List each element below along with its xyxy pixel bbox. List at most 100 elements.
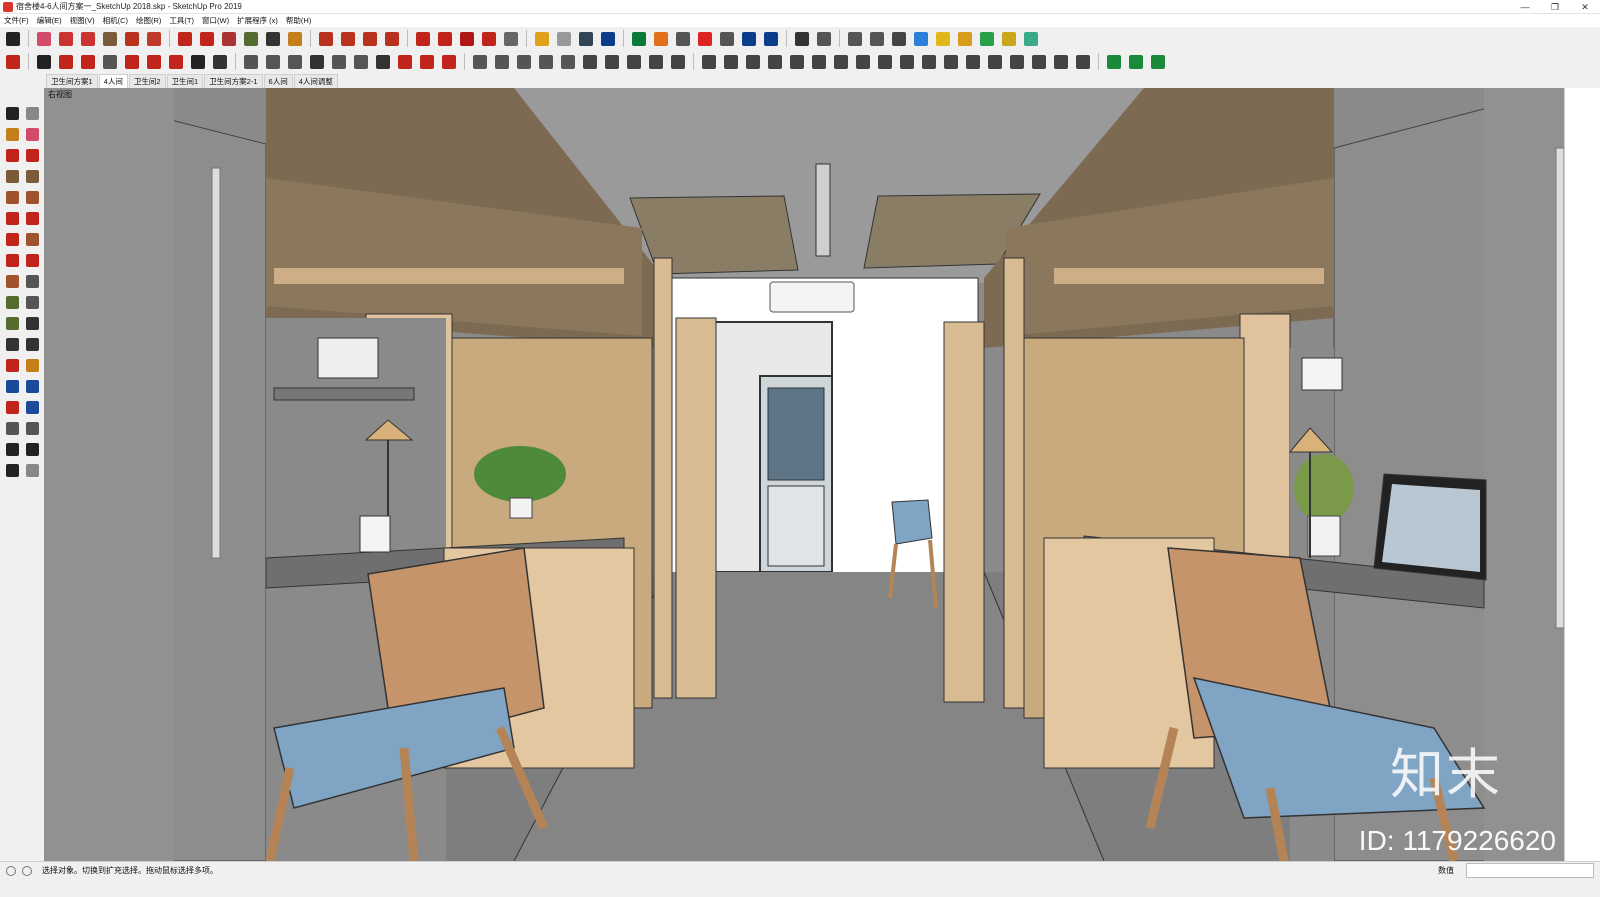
copy-button[interactable] bbox=[33, 51, 54, 72]
materials-button[interactable] bbox=[650, 28, 671, 49]
scene-button[interactable] bbox=[813, 28, 834, 49]
fence-button[interactable] bbox=[1050, 51, 1071, 72]
cone-button[interactable] bbox=[513, 51, 534, 72]
minimize-button[interactable]: — bbox=[1510, 0, 1540, 14]
bend-button[interactable] bbox=[830, 51, 851, 72]
arrow-down-button[interactable] bbox=[742, 51, 763, 72]
menu-item-7[interactable]: 扩展程序 (x) bbox=[237, 15, 278, 26]
fold-button[interactable] bbox=[808, 51, 829, 72]
mesh-button[interactable] bbox=[896, 51, 917, 72]
person-button[interactable] bbox=[791, 28, 812, 49]
green-layer-button[interactable] bbox=[1147, 51, 1168, 72]
scale-button[interactable] bbox=[218, 28, 239, 49]
bowl-button[interactable] bbox=[535, 51, 556, 72]
box2-button[interactable] bbox=[143, 51, 164, 72]
sphere-button[interactable] bbox=[240, 51, 261, 72]
dimension-button[interactable] bbox=[954, 28, 975, 49]
protractor-tool[interactable] bbox=[2, 335, 22, 355]
green-box-button[interactable] bbox=[1103, 51, 1124, 72]
tape-measure-tool[interactable] bbox=[2, 314, 22, 334]
joint-button[interactable] bbox=[99, 51, 120, 72]
look-around-tool[interactable] bbox=[22, 440, 42, 460]
offset-tool[interactable] bbox=[22, 293, 42, 313]
3d-text-tool[interactable] bbox=[22, 356, 42, 376]
info-button[interactable] bbox=[760, 28, 781, 49]
rectangle-button[interactable] bbox=[99, 28, 120, 49]
leaf-button[interactable] bbox=[667, 51, 688, 72]
zigzag-button[interactable] bbox=[579, 51, 600, 72]
stripes-button[interactable] bbox=[962, 51, 983, 72]
dimension-tool[interactable] bbox=[22, 314, 42, 334]
polygon-tool[interactable] bbox=[22, 188, 42, 208]
pan-button[interactable] bbox=[337, 28, 358, 49]
zoom-button[interactable] bbox=[359, 28, 380, 49]
zoom-selection-tool[interactable] bbox=[22, 419, 42, 439]
scene-tab[interactable]: 4人间 bbox=[98, 74, 128, 88]
refresh-button[interactable] bbox=[553, 28, 574, 49]
components-button[interactable] bbox=[456, 28, 477, 49]
close-button[interactable]: ✕ bbox=[1570, 0, 1600, 14]
component-tool[interactable] bbox=[22, 104, 42, 124]
house2-button[interactable] bbox=[491, 51, 512, 72]
grid-button[interactable] bbox=[623, 51, 644, 72]
menu-item-8[interactable]: 帮助(H) bbox=[286, 15, 311, 26]
restore-button[interactable]: ❐ bbox=[1540, 0, 1570, 14]
paint-bucket-button[interactable] bbox=[284, 28, 305, 49]
extension-button[interactable] bbox=[434, 28, 455, 49]
select-tool-button[interactable] bbox=[932, 28, 953, 49]
ribbon-button[interactable] bbox=[918, 51, 939, 72]
zoom-tool[interactable] bbox=[2, 398, 22, 418]
paint-bucket-tool[interactable] bbox=[2, 125, 22, 145]
scene-tab[interactable]: 6人间 bbox=[263, 74, 293, 88]
menu-item-6[interactable]: 窗口(W) bbox=[202, 15, 229, 26]
house-button[interactable] bbox=[628, 28, 649, 49]
cloud-button[interactable] bbox=[694, 28, 715, 49]
scale-tool[interactable] bbox=[2, 293, 22, 313]
menu-item-4[interactable]: 绘图(R) bbox=[136, 15, 161, 26]
hook-button[interactable] bbox=[262, 51, 283, 72]
orbit-tool[interactable] bbox=[2, 377, 22, 397]
move-red-button[interactable] bbox=[2, 51, 23, 72]
orbit-button[interactable] bbox=[315, 28, 336, 49]
twist-button[interactable] bbox=[786, 51, 807, 72]
select-tool[interactable] bbox=[2, 104, 22, 124]
mail-button[interactable] bbox=[738, 28, 759, 49]
freehand-tool[interactable] bbox=[22, 146, 42, 166]
box4-button[interactable] bbox=[557, 51, 578, 72]
follow-me-tool[interactable] bbox=[22, 272, 42, 292]
zoom-window-tool[interactable] bbox=[22, 398, 42, 418]
pie-tool[interactable] bbox=[22, 230, 42, 250]
zoom-extents-button[interactable] bbox=[381, 28, 402, 49]
rotate-tool[interactable] bbox=[2, 272, 22, 292]
scene-tab[interactable]: 4人间调整 bbox=[293, 74, 338, 88]
corner2-button[interactable] bbox=[416, 51, 437, 72]
move-button[interactable] bbox=[174, 28, 195, 49]
rectangle-tool[interactable] bbox=[2, 167, 22, 187]
link-button[interactable] bbox=[888, 28, 909, 49]
box-button[interactable] bbox=[121, 51, 142, 72]
plate-button[interactable] bbox=[1072, 51, 1093, 72]
weave-button[interactable] bbox=[1006, 51, 1027, 72]
block-button[interactable] bbox=[874, 51, 895, 72]
credits-icon[interactable] bbox=[22, 865, 32, 876]
frame-button[interactable] bbox=[720, 51, 741, 72]
cut-button[interactable] bbox=[187, 51, 208, 72]
chain-button[interactable] bbox=[328, 51, 349, 72]
eraser-tool[interactable] bbox=[22, 125, 42, 145]
scene-tab[interactable]: 卫生间1 bbox=[166, 74, 204, 88]
loft-button[interactable] bbox=[698, 51, 719, 72]
stair-button[interactable] bbox=[852, 51, 873, 72]
line-tool[interactable] bbox=[2, 146, 22, 166]
rotate-3d-button[interactable] bbox=[910, 28, 931, 49]
push-pull-button[interactable] bbox=[121, 28, 142, 49]
measurements-input[interactable] bbox=[1466, 863, 1594, 878]
axes-button[interactable] bbox=[976, 28, 997, 49]
text-tool[interactable] bbox=[22, 335, 42, 355]
polygon-button[interactable] bbox=[306, 51, 327, 72]
checker-button[interactable] bbox=[672, 28, 693, 49]
curve-button[interactable] bbox=[55, 51, 76, 72]
follow-me-button[interactable] bbox=[143, 28, 164, 49]
undo-button[interactable] bbox=[531, 28, 552, 49]
curve2-button[interactable] bbox=[469, 51, 490, 72]
tape-measure-button[interactable] bbox=[240, 28, 261, 49]
